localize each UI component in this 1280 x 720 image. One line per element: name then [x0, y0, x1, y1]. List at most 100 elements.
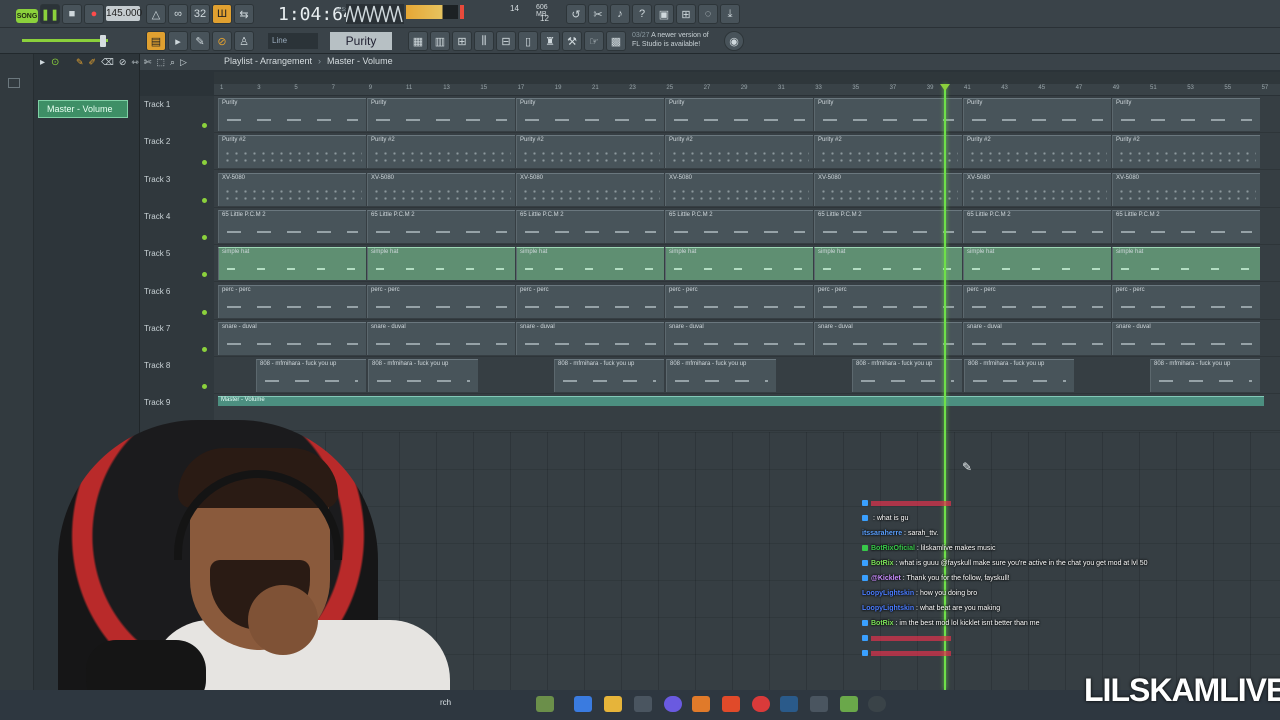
zoom-tool-icon[interactable]: ⌕: [170, 57, 175, 68]
track-lane[interactable]: 808 - mfmihara - fuck you up 808 - mfmiha…: [214, 357, 1280, 395]
track-enable-led[interactable]: [202, 272, 207, 278]
pattern-clip[interactable]: 808 - mfmihara - fuck you up: [666, 359, 776, 393]
slip-tool-icon[interactable]: ⇿: [131, 57, 139, 68]
discord-icon[interactable]: [664, 696, 682, 712]
track-lane[interactable]: Purity Purity Purity Purity Purity Purity Puri…: [214, 96, 1280, 133]
select-tool-icon[interactable]: ⬚: [156, 57, 165, 68]
channel-rack-icon[interactable]: ▦: [408, 31, 428, 51]
pattern-clip[interactable]: Purity: [814, 98, 962, 131]
automation-clip[interactable]: Master - Volume: [218, 396, 1264, 407]
stamp-icon[interactable]: ♙: [234, 31, 254, 51]
track-label[interactable]: Track 6: [144, 287, 170, 296]
playlist-title[interactable]: Playlist - Arrangement: [224, 56, 312, 66]
pattern-clip[interactable]: perc - perc: [218, 284, 366, 318]
pattern-clip[interactable]: XV-5080: [218, 172, 366, 206]
pattern-clip[interactable]: simple hat: [963, 247, 1111, 281]
pattern-clip[interactable]: 808 - mfmihara - fuck you up: [554, 359, 664, 393]
tools-icon[interactable]: ⚒: [562, 31, 582, 51]
wait-input-icon[interactable]: ∞: [168, 4, 188, 24]
playlist-current[interactable]: Master - Volume: [327, 56, 393, 66]
countdown-icon[interactable]: 32: [190, 4, 210, 24]
track-lane[interactable]: perc - perc perc - perc perc - perc perc - …: [214, 283, 1280, 320]
track-enable-led[interactable]: [202, 384, 207, 390]
track-label[interactable]: Track 4: [144, 212, 170, 221]
track-label[interactable]: Track 5: [144, 249, 170, 258]
slice-tool-icon[interactable]: ✄: [144, 57, 152, 68]
track-label[interactable]: Track 2: [144, 137, 170, 146]
pattern-clip[interactable]: Purity: [367, 98, 515, 131]
globe-icon[interactable]: ◉: [724, 31, 744, 51]
metronome-icon[interactable]: △: [146, 4, 166, 24]
snap-selector[interactable]: Line: [268, 33, 318, 49]
pattern-clip[interactable]: perc - perc: [516, 284, 664, 318]
save-icon[interactable]: ▣: [654, 4, 674, 24]
pattern-clip[interactable]: snare - duval: [516, 321, 664, 355]
plugin-icon[interactable]: ⊟: [496, 31, 516, 51]
pattern-clip[interactable]: simple hat: [814, 247, 962, 281]
pattern-clip[interactable]: Purity: [1112, 98, 1260, 131]
store-icon[interactable]: [634, 696, 652, 712]
timeline-ruler[interactable]: 1 3 5 7 9 11 13 15 17 19 21 23 25 27 29 31 33 35 37 39 41 43 4…: [214, 84, 1280, 96]
paint-tool-icon[interactable]: ✐: [89, 57, 97, 68]
browser-icon[interactable]: ▯: [518, 31, 538, 51]
delete-tool-icon[interactable]: ⌫: [101, 57, 114, 68]
pattern-clip[interactable]: simple hat: [516, 247, 664, 281]
pattern-clip[interactable]: 65 Little P.C.M 2: [516, 209, 664, 243]
pattern-clip[interactable]: perc - perc: [367, 284, 515, 318]
time-display[interactable]: 1:04:64: [278, 4, 354, 25]
track-lane[interactable]: simple hat simple hat simple hat simple hat…: [214, 245, 1280, 283]
pattern-clip[interactable]: 808 - mfmihara - fuck you up: [1150, 359, 1260, 393]
pattern-clip[interactable]: 65 Little P.C.M 2: [367, 209, 515, 243]
pattern-clip[interactable]: simple hat: [218, 247, 366, 281]
undo-icon[interactable]: ↺: [566, 4, 586, 24]
pattern-clip[interactable]: Purity #2: [218, 135, 366, 169]
track-label[interactable]: Track 7: [144, 324, 170, 333]
chat-bubble-icon[interactable]: ◌: [698, 4, 718, 24]
faders-icon[interactable]: ⫼: [474, 31, 494, 51]
piano-roll-icon[interactable]: ▥: [430, 31, 450, 51]
pattern-clip[interactable]: 808 - mfmihara - fuck you up: [964, 359, 1074, 393]
pattern-clip[interactable]: Purity #2: [665, 135, 813, 169]
magnet-icon[interactable]: ⊙: [51, 57, 59, 68]
track-lane[interactable]: Purity #2 Purity #2 Purity #2 Purity #2 Puri…: [214, 133, 1280, 171]
track-enable-led[interactable]: [202, 123, 207, 128]
playhead-marker-icon[interactable]: [940, 84, 950, 91]
grid-icon[interactable]: ▩: [606, 31, 626, 51]
pattern-selector[interactable]: Purity: [330, 32, 392, 50]
pattern-clip[interactable]: perc - perc: [963, 284, 1111, 318]
track-enable-led[interactable]: [202, 346, 207, 352]
brush-icon[interactable]: ♜: [540, 31, 560, 51]
pattern-clip[interactable]: simple hat: [367, 247, 515, 281]
pattern-clip[interactable]: perc - perc: [1112, 284, 1260, 318]
pattern-clip[interactable]: XV-5080: [1112, 172, 1260, 206]
pattern-clip[interactable]: XV-5080: [963, 172, 1111, 206]
pattern-clip[interactable]: 808 - mfmihara - fuck you up: [256, 359, 366, 393]
track-enable-led[interactable]: [202, 309, 207, 315]
track-enable-led[interactable]: [202, 160, 207, 166]
track-enable-led[interactable]: [202, 234, 207, 240]
pattern-clip[interactable]: XV-5080: [367, 172, 515, 206]
pattern-clip[interactable]: snare - duval: [814, 321, 962, 355]
master-volume-slider[interactable]: [22, 39, 108, 42]
track-label[interactable]: Track 9: [144, 398, 170, 407]
track-label[interactable]: Track 3: [144, 175, 170, 184]
pattern-clip[interactable]: 65 Little P.C.M 2: [814, 209, 962, 243]
mic-icon[interactable]: ♪: [610, 4, 630, 24]
app-icon[interactable]: [810, 696, 828, 712]
app-green-icon[interactable]: [840, 696, 858, 712]
steam-icon[interactable]: [780, 696, 798, 712]
pattern-clip[interactable]: perc - perc: [665, 284, 813, 318]
brave-icon[interactable]: [722, 696, 740, 712]
playlist-icon[interactable]: ▤: [146, 31, 166, 51]
link-icon[interactable]: ⊘: [212, 31, 232, 51]
arrow-right-icon[interactable]: ▸: [168, 31, 188, 51]
pattern-clip[interactable]: snare - duval: [963, 321, 1111, 355]
pattern-clip[interactable]: XV-5080: [814, 172, 962, 206]
pattern-clip[interactable]: Purity #2: [814, 135, 962, 169]
playlist-scrollbar[interactable]: [214, 72, 1280, 84]
fl-studio-icon[interactable]: [692, 696, 710, 712]
pattern-clip[interactable]: Purity: [516, 98, 664, 131]
pattern-clip[interactable]: simple hat: [1112, 247, 1260, 281]
song-mode-toggle[interactable]: SONG: [16, 9, 38, 23]
mixer-icon[interactable]: ⊞: [452, 31, 472, 51]
